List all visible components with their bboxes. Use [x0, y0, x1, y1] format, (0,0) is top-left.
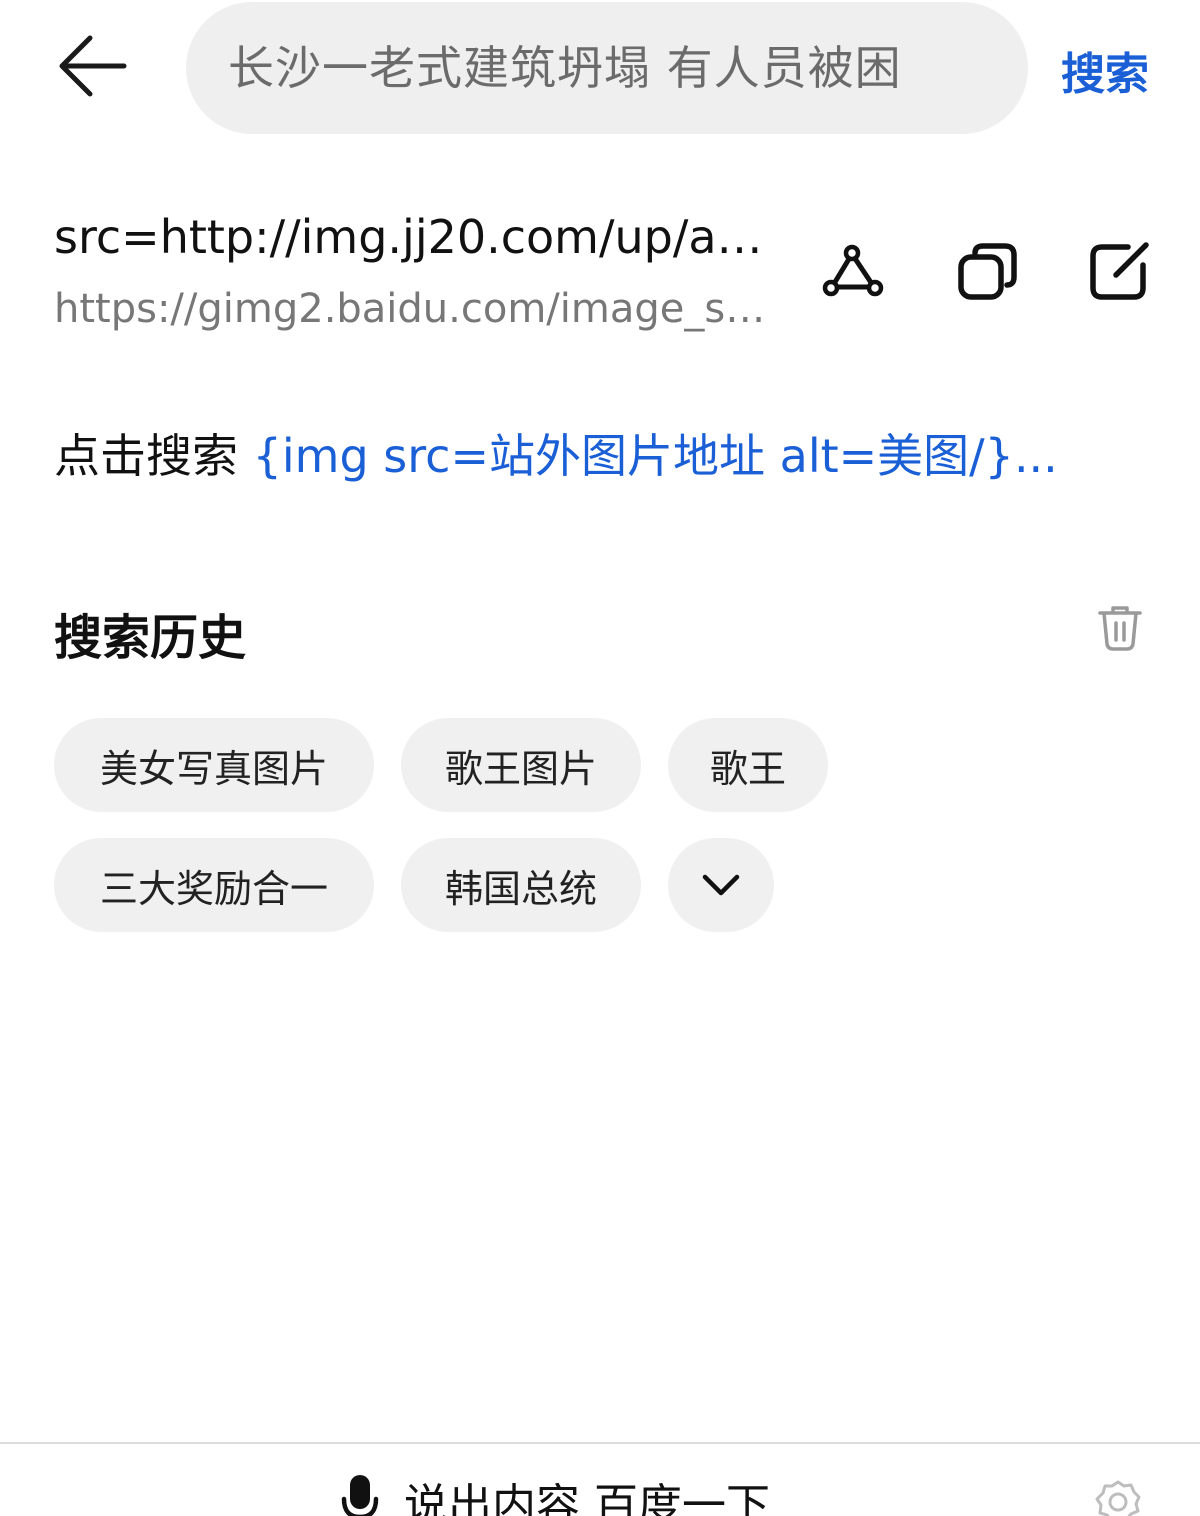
click-search-prefix: 点击搜索: [54, 429, 253, 483]
voice-label: 说出内容 百度一下: [404, 1480, 770, 1516]
search-page: 搜索 src=http://img.jj20.com/up/allimg/111…: [0, 0, 1200, 1516]
copy-button[interactable]: [952, 236, 1024, 308]
clipboard-suggestion[interactable]: src=http://img.jj20.com/up/allimg/1114/0…: [54, 200, 1164, 350]
search-bar[interactable]: [186, 2, 1028, 134]
clipboard-url: https://gimg2.baidu.com/image_search/src…: [54, 286, 774, 332]
history-chip[interactable]: 韩国总统: [401, 838, 641, 932]
history-title: 搜索历史: [54, 610, 247, 666]
chevron-down-icon: [702, 874, 740, 896]
edit-button[interactable]: [1084, 236, 1156, 308]
microphone-icon: [341, 1475, 379, 1516]
copy-icon: [958, 243, 1017, 300]
history-chip[interactable]: 三大奖励合一: [54, 838, 374, 932]
back-arrow-icon: [59, 35, 127, 97]
expand-history-button[interactable]: [668, 838, 774, 932]
voice-settings-button[interactable]: [1094, 1478, 1142, 1516]
back-button[interactable]: [52, 30, 132, 102]
click-search-suggestion[interactable]: 点击搜索 {img src=站外图片地址 alt=美图/}...: [54, 420, 1144, 486]
trash-icon: [1098, 606, 1142, 651]
history-chip[interactable]: 歌王图片: [401, 718, 641, 812]
bottom-divider: [0, 1442, 1200, 1444]
share-button[interactable]: [818, 236, 890, 308]
clipboard-title: src=http://img.jj20.com/up/allimg/1114/0…: [54, 210, 764, 264]
edit-icon: [1090, 242, 1149, 300]
share-icon: [822, 244, 884, 297]
voice-search-button[interactable]: 说出内容 百度一下: [340, 1466, 770, 1516]
clear-history-button[interactable]: [1092, 600, 1148, 656]
search-input[interactable]: [226, 40, 988, 96]
gear-icon: [1095, 1480, 1141, 1516]
click-search-query: {img src=站外图片地址 alt=美图/}...: [252, 429, 1058, 483]
search-button[interactable]: 搜索: [1050, 38, 1160, 102]
history-chip[interactable]: 歌王: [668, 718, 828, 812]
history-chip[interactable]: 美女写真图片: [54, 718, 374, 812]
